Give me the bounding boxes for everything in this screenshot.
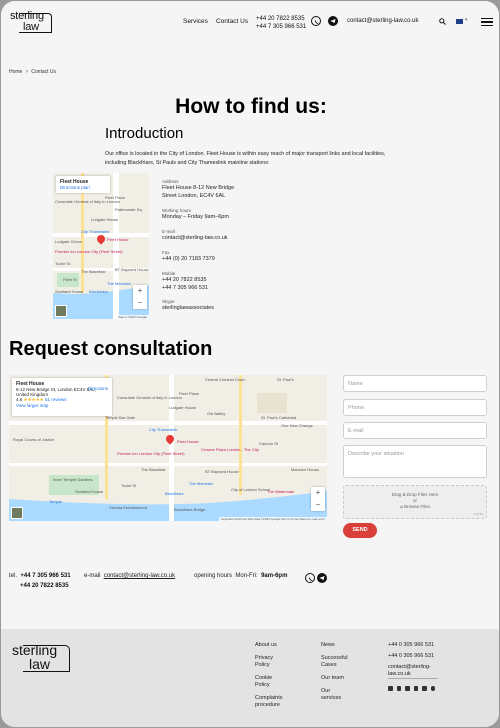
footer-cookie-policy[interactable]: Cookie Policy	[255, 675, 283, 689]
send-button[interactable]: SEND	[343, 523, 377, 538]
uk-flag-icon[interactable]	[456, 19, 463, 24]
strip-tel-2[interactable]: +44 20 7822 8535	[20, 583, 69, 589]
footer-phone-2[interactable]: +44 0 305 966 531	[388, 653, 448, 660]
details-email-link[interactable]: contact@sterling-law.co.uk	[162, 235, 228, 243]
header-phone-1[interactable]: +44 20 7822 8535	[256, 15, 306, 23]
header-email[interactable]: contact@sterling-law.co.uk	[347, 18, 418, 24]
strip-tel-2-row: +44 20 7822 8535	[20, 583, 69, 589]
intro-heading: Introduction	[105, 125, 184, 142]
telegram-icon-footer[interactable]	[430, 686, 435, 691]
footer-email[interactable]: contact@sterling-law.co.uk	[388, 664, 438, 679]
instagram-icon[interactable]	[422, 686, 427, 691]
facebook-icon[interactable]	[396, 686, 401, 691]
consultation-heading: Request consultation	[9, 338, 213, 360]
header-phones: +44 20 7822 8535 +44 7 305 966 531	[256, 15, 306, 31]
main-nav: Services Contact Us	[183, 18, 248, 25]
linkedin-icon[interactable]	[388, 686, 393, 691]
breadcrumb: Home > Contact Us	[9, 69, 56, 75]
strip-tel-1[interactable]: +44 7 305 966 531	[20, 573, 70, 579]
footer-col-1: About us Privacy Policy Cookie Policy Co…	[255, 642, 295, 709]
search-icon[interactable]	[439, 18, 446, 25]
footer-news[interactable]: News	[321, 642, 349, 649]
map-zoom-controls: + −	[133, 285, 147, 309]
map-info-card: Fleet House Directions plan	[56, 176, 110, 193]
nav-services[interactable]: Services	[183, 18, 208, 25]
menu-icon[interactable]	[481, 18, 493, 26]
email-field[interactable]: E-mail	[343, 422, 487, 439]
strip-email-link[interactable]: contact@sterling-law.co.uk	[104, 573, 175, 579]
browse-files-button[interactable]: ⌀ Browse Files	[344, 504, 486, 510]
satellite-toggle[interactable]	[55, 305, 67, 317]
site-logo[interactable]: sterling law	[9, 11, 53, 33]
footer-col-2: News Successful Cases Our team Our servi…	[321, 642, 361, 702]
youtube-icon[interactable]	[413, 686, 418, 691]
breadcrumb-home[interactable]: Home	[9, 69, 22, 75]
paperclip-icon: ⌀	[400, 504, 403, 509]
strip-tel: tel. +44 7 305 966 531	[9, 573, 71, 579]
zoom-out-button[interactable]: −	[133, 297, 147, 309]
zoom-in-button[interactable]: +	[133, 285, 147, 297]
strip-email: e-mail contact@sterling-law.co.uk	[84, 573, 176, 579]
header: sterling law Services Contact Us +44 20 …	[1, 1, 499, 45]
phone-field[interactable]: Phone	[343, 399, 487, 416]
map2-info-card: Fleet House 8-12 New Bridge St, London E…	[12, 378, 112, 416]
directions-link-2[interactable]: Directions	[88, 386, 108, 391]
zoom-out-button-2[interactable]: −	[311, 499, 325, 511]
whatsapp-icon[interactable]	[311, 16, 321, 26]
social-links	[388, 686, 435, 691]
page-frame: sterling law Services Contact Us +44 20 …	[1, 1, 499, 727]
twitter-icon[interactable]	[405, 686, 410, 691]
file-upload-zone[interactable]: Drag & Drop Files Here or ⌀ Browse Files…	[343, 485, 487, 519]
footer-privacy-policy[interactable]: Privacy Policy	[255, 655, 283, 669]
map2-zoom-controls: + −	[311, 487, 325, 511]
footer-our-services[interactable]: Our services	[321, 688, 349, 702]
message-field[interactable]: Describe your situation	[343, 445, 487, 478]
office-map[interactable]: Fleet House Directions plan Consulate Ge…	[53, 173, 149, 319]
skype-block: Skype sterlinglawassociates	[162, 299, 214, 311]
footer-phone-1[interactable]: +44 0 305 966 531	[388, 642, 448, 649]
map-attribution: Карты ©2024 Google	[116, 315, 149, 319]
footer-logo[interactable]: sterling law	[10, 642, 70, 672]
chevron-down-icon[interactable]: ▾	[465, 17, 468, 23]
footer-about-us[interactable]: About us	[255, 642, 295, 649]
footer-our-team[interactable]: Our team	[321, 675, 361, 682]
fax-block: Fax +44 (0) 20 7183 7379	[162, 250, 215, 262]
mobile-block: Mobile +44 20 7822 8535 +44 7 305 966 53…	[162, 271, 209, 293]
footer-col-3: +44 0 305 966 531 +44 0 305 966 531 cont…	[388, 642, 448, 679]
view-larger-map-link[interactable]: View larger map	[16, 403, 108, 408]
hours-block: Working hours Monday – Friday 9am–6pm	[162, 208, 229, 220]
nav-contact-us[interactable]: Contact Us	[216, 18, 248, 25]
address-block: Address Fleet House 8-12 New Bridge Stre…	[162, 179, 235, 199]
name-field[interactable]: Name	[343, 375, 487, 392]
footer-complaints[interactable]: Complaints procedure	[255, 695, 291, 709]
intro-text: Our office is located in the City of Lon…	[105, 151, 386, 166]
zoom-in-button-2[interactable]: +	[311, 487, 325, 499]
strip-telegram-icon[interactable]	[317, 573, 327, 583]
satellite-toggle-2[interactable]	[11, 507, 23, 519]
strip-whatsapp-icon[interactable]	[305, 573, 315, 583]
email-block: E-mail contact@sterling-law.co.uk	[162, 229, 228, 243]
header-phone-2[interactable]: +44 7 305 966 531	[256, 23, 306, 31]
telegram-icon[interactable]	[328, 16, 338, 26]
page-title: How to find us:	[175, 95, 327, 118]
footer-successful-cases[interactable]: Successful Cases	[321, 655, 355, 669]
strip-hours: opening hours Mon-Fri: 9am-6pm	[194, 573, 288, 579]
map2-attribution: Keyboard shortcuts Map data ©2024 Google…	[218, 517, 327, 521]
breadcrumb-current: Contact Us	[31, 69, 56, 75]
consultation-map[interactable]: Fleet House 8-12 New Bridge St, London E…	[9, 375, 327, 521]
mobile-2[interactable]: +44 7 305 966 531	[162, 285, 208, 293]
mobile-1[interactable]: +44 20 7822 8535	[162, 277, 208, 285]
directions-link[interactable]: Directions plan	[60, 185, 90, 190]
